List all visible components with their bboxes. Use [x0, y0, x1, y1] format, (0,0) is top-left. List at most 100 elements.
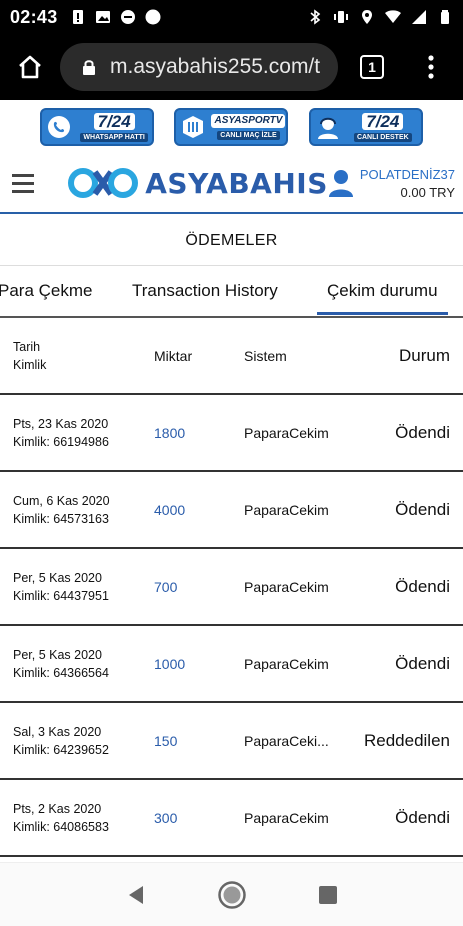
user-account[interactable]: POLATDENİZ37 0.00 TRY — [328, 167, 463, 200]
tab-label: Para Çekme — [0, 281, 93, 300]
row-system: PaparaCeki... — [244, 732, 329, 749]
row-amount: 1800 — [154, 424, 186, 441]
user-icon — [328, 170, 353, 197]
row-status: Ödendi — [395, 576, 450, 596]
row-system: PaparaCekim — [244, 809, 329, 826]
header-amount: Miktar — [154, 347, 193, 364]
username: POLATDENİZ37 — [359, 166, 455, 182]
sportv-banner[interactable]: ASYASPORTV CANLI MAÇ İZLE — [174, 108, 289, 146]
system-icons — [307, 9, 453, 25]
table-row[interactable]: Per, 5 Kas 2020 Kimlik: 64437951 700 Pap… — [0, 549, 463, 626]
banner-sub-text: WHATSAPP HATTI — [80, 132, 148, 142]
battery-icon — [441, 10, 449, 24]
tab-label: Transaction History — [132, 281, 278, 300]
row-id: Kimlik: 64366564 — [13, 665, 109, 680]
row-amount: 1000 — [154, 655, 186, 672]
dot-icon — [145, 9, 161, 25]
hamburger-menu-button[interactable] — [0, 153, 45, 213]
promo-banners: 7/24 WHATSAPP HATTI ASYASPORTV CANLI MAÇ… — [0, 100, 463, 154]
image-icon — [95, 11, 110, 23]
browser-toolbar: m.asyabahis255.com/t 1 — [0, 34, 463, 100]
whatsapp-banner[interactable]: 7/24 WHATSAPP HATTI — [40, 108, 155, 146]
location-icon — [362, 10, 372, 24]
tab-transaction-history[interactable]: Transaction History — [132, 266, 278, 316]
whatsapp-icon — [42, 110, 76, 144]
page-title: ÖDEMELER — [0, 216, 463, 266]
row-date: Per, 5 Kas 2020 — [13, 570, 102, 585]
home-icon — [19, 55, 41, 79]
header-id: Kimlik — [13, 357, 47, 372]
logo-text: ASYABAHIS — [145, 166, 328, 200]
data-saver-icon — [120, 10, 135, 24]
system-navigation-bar — [0, 862, 463, 926]
table-row[interactable]: Pts, 23 Kas 2020 Kimlik: 66194986 1800 P… — [0, 395, 463, 472]
row-status: Ödendi — [395, 807, 450, 827]
bluetooth-icon — [310, 9, 321, 25]
notification-icons — [70, 9, 161, 25]
status-bar: 02:43 — [0, 0, 463, 34]
table-row[interactable]: Cum, 6 Kas 2020 Kimlik: 64573163 4000 Pa… — [0, 472, 463, 549]
vibrate-icon — [334, 11, 348, 23]
url-text: m.asyabahis255.com/t — [110, 55, 321, 78]
tab-withdraw[interactable]: Para Çekme — [0, 266, 92, 316]
row-status: Ödendi — [395, 499, 450, 519]
row-system: PaparaCekim — [244, 501, 329, 518]
status-time: 02:43 — [10, 6, 58, 27]
logo-mark-icon — [68, 168, 139, 198]
banner-main-text: 7/24 — [362, 112, 404, 130]
site-header: ASYABAHIS POLATDENİZ37 0.00 TRY — [0, 154, 463, 214]
row-amount: 4000 — [154, 501, 186, 518]
home-button[interactable] — [0, 34, 60, 100]
table-row[interactable]: Per, 5 Kas 2020 Kimlik: 64366564 1000 Pa… — [0, 626, 463, 703]
banner-sub-text: CANLI MAÇ İZLE — [217, 131, 280, 140]
more-vert-icon — [428, 55, 434, 79]
tv-logo-icon — [176, 110, 210, 144]
row-amount: 150 — [154, 732, 178, 749]
back-icon[interactable] — [125, 884, 147, 906]
row-date: Per, 5 Kas 2020 — [13, 647, 102, 662]
home-circle-icon[interactable] — [217, 880, 247, 910]
row-status: Reddedilen — [363, 730, 450, 750]
tab-bar: Para Çekme Transaction History Çekim dur… — [0, 266, 463, 318]
table-row[interactable]: Pts, 2 Kas 2020 Kimlik: 64086583 300 Pap… — [0, 780, 463, 857]
address-bar[interactable]: m.asyabahis255.com/t — [60, 43, 338, 91]
banner-sub-text: CANLI DESTEK — [353, 132, 412, 142]
row-date: Pts, 2 Kas 2020 — [13, 801, 102, 816]
row-system: PaparaCekim — [244, 578, 329, 595]
header-date: Tarih — [13, 339, 41, 354]
row-amount: 700 — [154, 578, 178, 595]
row-id: Kimlik: 64573163 — [13, 511, 109, 526]
row-amount: 300 — [154, 809, 178, 826]
lock-icon — [83, 60, 95, 75]
row-id: Kimlik: 64086583 — [13, 819, 109, 834]
row-system: PaparaCekim — [244, 655, 329, 672]
row-date: Pts, 23 Kas 2020 — [13, 416, 109, 431]
row-date: Sal, 3 Kas 2020 — [13, 724, 102, 739]
banner-main-text: ASYASPORTV — [211, 114, 286, 128]
header-status: Durum — [398, 345, 450, 365]
tab-switcher-button[interactable]: 1 — [338, 34, 406, 100]
row-system: PaparaCekim — [244, 424, 329, 441]
alert-icon — [72, 10, 83, 24]
withdraw-status-table: Tarih Kimlik Miktar Sistem Durum Pts, 23… — [0, 318, 463, 857]
table-header-row: Tarih Kimlik Miktar Sistem Durum — [0, 318, 463, 395]
row-id: Kimlik: 64239652 — [13, 742, 109, 757]
tab-withdraw-status[interactable]: Çekim durumu — [317, 266, 448, 316]
row-id: Kimlik: 66194986 — [13, 434, 109, 449]
browser-menu-button[interactable] — [406, 34, 456, 100]
site-logo[interactable]: ASYABAHIS — [67, 166, 328, 200]
tab-count: 1 — [360, 55, 384, 79]
live-support-banner[interactable]: 7/24 CANLI DESTEK — [308, 108, 423, 146]
header-system: Sistem — [244, 347, 287, 364]
balance: 0.00 TRY — [400, 184, 455, 200]
support-agent-icon — [311, 110, 345, 144]
table-row[interactable]: Sal, 3 Kas 2020 Kimlik: 64239652 150 Pap… — [0, 703, 463, 780]
row-status: Ödendi — [395, 653, 450, 673]
row-status: Ödendi — [395, 422, 450, 442]
tab-label: Çekim durumu — [327, 281, 438, 300]
wifi-icon — [385, 10, 401, 23]
row-id: Kimlik: 64437951 — [13, 588, 109, 603]
row-date: Cum, 6 Kas 2020 — [13, 493, 110, 508]
recents-icon[interactable] — [318, 885, 338, 905]
signal-icon — [412, 10, 426, 24]
